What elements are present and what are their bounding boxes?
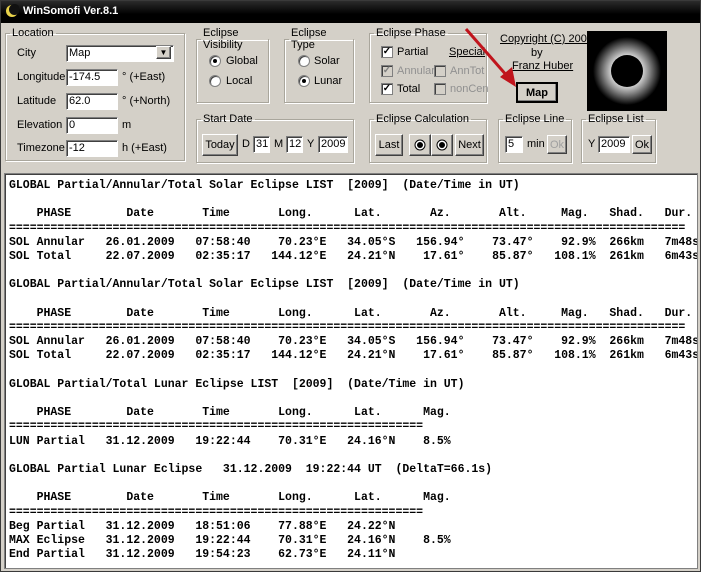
eclipse-line-field[interactable]: 5: [505, 136, 523, 153]
elevation-unit: m: [122, 119, 132, 131]
solar-radio-label: Solar: [314, 55, 340, 67]
noncen-checkbox[interactable]: [434, 83, 446, 95]
anntot-checkbox[interactable]: [434, 65, 446, 77]
city-select[interactable]: Map ▼: [66, 45, 174, 62]
total-label: Total: [397, 83, 421, 95]
latitude-label: Latitude: [17, 95, 57, 107]
last-button[interactable]: Last: [375, 134, 403, 156]
annular-checkbox[interactable]: ✓: [381, 65, 393, 77]
day-label: D: [242, 138, 250, 150]
location-legend: Location: [12, 27, 54, 39]
year-field[interactable]: 2009: [318, 136, 348, 153]
local-radio-label: Local: [226, 75, 253, 87]
latitude-unit: ° (+North): [122, 95, 171, 107]
annular-label: Annular: [397, 65, 435, 77]
latitude-field[interactable]: 62.0: [66, 93, 118, 110]
eclipse-list-legend: Eclipse List: [588, 113, 644, 125]
list-year-field[interactable]: 2009: [598, 136, 630, 153]
solar-radio[interactable]: [298, 55, 310, 67]
lunar-radio[interactable]: [298, 75, 310, 87]
partial-label: Partial: [397, 46, 429, 58]
type-legend: Eclipse Type: [291, 27, 327, 51]
results-text: GLOBAL Partial/Annular/Total Solar Eclip…: [9, 179, 698, 562]
phase-legend: Eclipse Phase: [376, 27, 446, 39]
longitude-label: Longitude: [17, 71, 66, 83]
window-title: WinSomofi Ver.8.1: [23, 5, 119, 17]
partial-checkbox[interactable]: ✓: [381, 46, 393, 58]
eclipse-line-unit: min: [527, 138, 545, 150]
chevron-down-icon[interactable]: ▼: [156, 46, 171, 59]
lunar-eclipse-button[interactable]: [431, 134, 453, 156]
year-label: Y: [307, 138, 315, 150]
credits-by: by: [531, 47, 543, 59]
lunar-radio-label: Lunar: [314, 75, 343, 87]
list-year-label: Y: [588, 138, 596, 150]
eclipse-list-ok-button[interactable]: Ok: [632, 135, 652, 154]
start-date-legend: Start Date: [203, 113, 253, 125]
city-label: City: [17, 47, 36, 59]
eclipse-icon: [414, 139, 426, 151]
elevation-field[interactable]: 0: [66, 117, 118, 134]
month-label: M: [274, 138, 284, 150]
elevation-label: Elevation: [17, 119, 63, 131]
today-button[interactable]: Today: [202, 134, 238, 156]
visibility-legend: Eclipse Visibility: [203, 27, 243, 51]
app-window: WinSomofi Ver.8.1 Location City Map ▼ Lo…: [0, 0, 701, 572]
title-bar[interactable]: WinSomofi Ver.8.1: [1, 1, 700, 23]
longitude-unit: ° (+East): [122, 71, 166, 83]
timezone-field[interactable]: -12: [66, 140, 118, 157]
results-textarea[interactable]: GLOBAL Partial/Annular/Total Solar Eclip…: [4, 173, 698, 569]
eclipse-icon: [436, 139, 448, 151]
day-field[interactable]: 31: [253, 136, 270, 153]
timezone-label: Timezone: [17, 142, 65, 154]
month-field[interactable]: 12: [286, 136, 303, 153]
city-value: Map: [69, 47, 91, 59]
global-radio-label: Global: [226, 55, 258, 67]
calculation-legend: Eclipse Calculation: [376, 113, 469, 125]
total-checkbox[interactable]: ✓: [381, 83, 393, 95]
annotation-arrow-icon: [464, 28, 516, 87]
eclipse-line-ok-button[interactable]: Ok: [547, 135, 567, 154]
longitude-field[interactable]: -174.5: [66, 69, 118, 86]
eclipse-line-legend: Eclipse Line: [505, 113, 565, 125]
global-radio[interactable]: [209, 55, 221, 67]
solar-eclipse-button[interactable]: [409, 134, 431, 156]
next-button[interactable]: Next: [455, 134, 484, 156]
crescent-moon-icon: [6, 4, 19, 17]
solar-eclipse-image: [587, 31, 667, 111]
timezone-unit: h (+East): [122, 142, 167, 154]
local-radio[interactable]: [209, 75, 221, 87]
